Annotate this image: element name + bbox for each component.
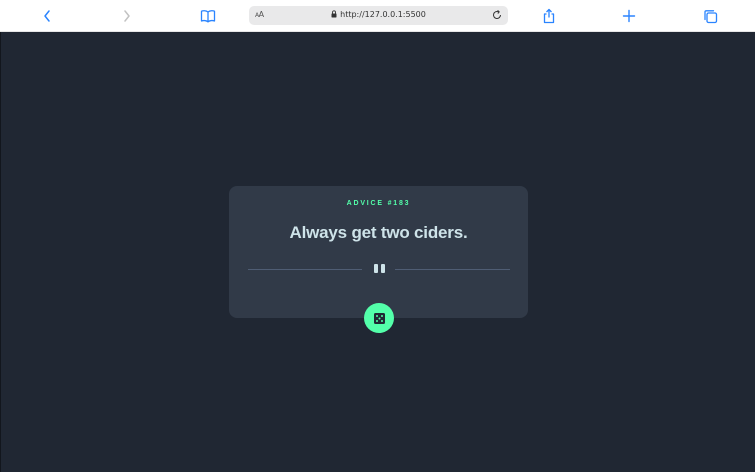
divider-line-left: [248, 269, 362, 270]
address-bar[interactable]: AA http://127.0.0.1:5500: [249, 6, 508, 25]
divider-line-right: [395, 269, 510, 270]
divider: [248, 264, 510, 274]
url-text: http://127.0.0.1:5500: [340, 10, 426, 19]
advice-number: ADVICE #183: [346, 200, 411, 207]
dice-icon: [373, 312, 385, 324]
advice-card: ADVICE #183 Always get two ciders.: [229, 186, 528, 318]
new-tab-button[interactable]: [618, 6, 640, 26]
back-button[interactable]: [36, 6, 58, 26]
lock-icon: [331, 10, 337, 18]
page-left-edge: [0, 32, 1, 472]
reload-icon[interactable]: [491, 9, 503, 21]
plus-icon: [622, 9, 636, 23]
advice-quote: Always get two ciders.: [289, 223, 468, 242]
browser-toolbar: AA http://127.0.0.1:5500: [0, 0, 755, 32]
chevron-right-icon: [124, 10, 130, 22]
chevron-left-icon: [44, 10, 50, 22]
forward-button[interactable]: [116, 6, 138, 26]
book-icon: [200, 10, 216, 23]
tabs-icon: [703, 9, 717, 23]
tabs-overview-button[interactable]: [699, 6, 721, 26]
pause-icon: [373, 264, 385, 274]
share-button[interactable]: [538, 6, 560, 26]
share-icon: [543, 8, 555, 24]
bookmarks-button[interactable]: [197, 6, 219, 26]
url-display[interactable]: http://127.0.0.1:5500: [249, 10, 508, 19]
generate-advice-button[interactable]: [364, 303, 394, 333]
